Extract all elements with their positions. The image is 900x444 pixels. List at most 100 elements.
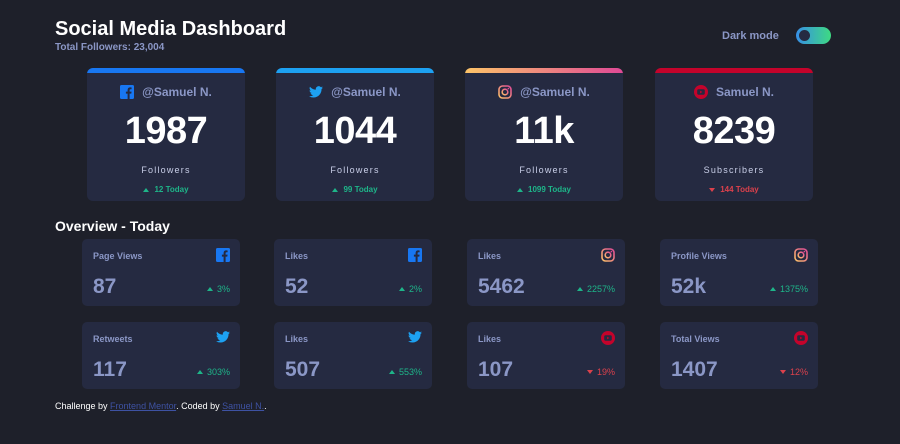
instagram-icon <box>794 248 808 262</box>
youtube-icon <box>693 85 708 99</box>
today-change: 1099 Today <box>465 185 623 194</box>
overview-change-text: 19% <box>596 367 615 377</box>
follower-label: Followers <box>519 165 569 175</box>
facebook-icon <box>408 248 422 262</box>
follower-label: Followers <box>141 165 191 175</box>
overview-change: 19% <box>586 367 615 377</box>
card-handle: Samuel N. <box>655 84 813 100</box>
arrow-down-icon <box>586 370 593 374</box>
arrow-up-icon <box>143 187 150 192</box>
card-handle-text: @Samuel N. <box>331 85 401 99</box>
today-change-text: 144 Today <box>720 185 759 194</box>
follower-label: Subscribers <box>703 165 765 175</box>
youtube-icon <box>601 331 615 345</box>
arrow-up-icon <box>398 287 405 291</box>
twitter-icon <box>216 331 230 345</box>
follower-count: 1044 <box>313 110 397 152</box>
overview-change-text: 2% <box>408 284 422 294</box>
arrow-down-icon <box>709 187 716 192</box>
overview-card[interactable]: Profile Views 52k 1375% <box>660 239 818 306</box>
twitter-icon <box>309 86 324 98</box>
follower-card-instagram[interactable]: @Samuel N. 11k Followers 1099 Today <box>465 68 623 201</box>
arrow-up-icon <box>576 287 583 291</box>
total-followers: Total Followers: 23,004 <box>55 42 165 53</box>
overview-value: 5462 <box>478 275 525 298</box>
overview-change-text: 303% <box>206 367 230 377</box>
card-top-bar <box>655 68 813 73</box>
today-change: 99 Today <box>276 185 434 194</box>
overview-change-text: 553% <box>398 367 422 377</box>
footer-prefix: Challenge by <box>55 401 111 411</box>
overview-label: Total Views <box>671 334 720 344</box>
overview-value: 1407 <box>671 358 718 381</box>
overview-label: Profile Views <box>671 251 727 261</box>
overview-label: Likes <box>478 251 502 261</box>
card-top-bar <box>276 68 434 73</box>
footer-suffix: . <box>264 401 267 411</box>
card-handle: @Samuel N. <box>87 84 245 100</box>
instagram-icon <box>498 85 512 99</box>
overview-value: 117 <box>93 358 127 381</box>
overview-value: 52k <box>671 275 707 298</box>
today-change: 144 Today <box>655 185 813 194</box>
author-link[interactable]: Samuel N. <box>222 401 264 411</box>
overview-label: Likes <box>285 251 309 261</box>
card-top-bar <box>465 68 623 73</box>
arrow-up-icon <box>388 370 395 374</box>
overview-card[interactable]: Likes 5462 2257% <box>467 239 625 306</box>
arrow-up-icon <box>206 287 213 291</box>
facebook-icon <box>216 248 230 262</box>
overview-change: 2257% <box>576 284 615 294</box>
overview-card[interactable]: Likes 107 19% <box>467 322 625 389</box>
follower-card-twitter[interactable]: @Samuel N. 1044 Followers 99 Today <box>276 68 434 201</box>
follower-card-youtube[interactable]: Samuel N. 8239 Subscribers 144 Today <box>655 68 813 201</box>
overview-title: Overview - Today <box>55 218 170 234</box>
dark-mode-toggle[interactable] <box>795 27 831 44</box>
card-handle: @Samuel N. <box>276 84 434 100</box>
overview-card[interactable]: Page Views 87 3% <box>82 239 240 306</box>
overview-change: 1375% <box>769 284 808 294</box>
overview-card[interactable]: Retweets 117 303% <box>82 322 240 389</box>
frontend-mentor-link[interactable]: Frontend Mentor <box>110 401 176 411</box>
today-change-text: 99 Today <box>343 185 378 194</box>
card-handle-text: Samuel N. <box>715 85 775 99</box>
footer-middle: . Coded by <box>176 401 223 411</box>
overview-card[interactable]: Total Views 1407 12% <box>660 322 818 389</box>
overview-value: 52 <box>285 275 309 298</box>
follower-count: 1987 <box>124 110 208 152</box>
card-handle-text: @Samuel N. <box>520 85 590 99</box>
overview-label: Page Views <box>93 251 143 261</box>
overview-change: 553% <box>388 367 422 377</box>
dashboard-header: Social Media Dashboard Total Followers: … <box>55 18 286 53</box>
overview-change: 3% <box>206 284 230 294</box>
arrow-up-icon <box>196 370 203 374</box>
overview-change: 303% <box>196 367 230 377</box>
twitter-icon <box>408 331 422 345</box>
footer: Challenge by Frontend Mentor. Coded by S… <box>55 401 267 411</box>
dark-mode-label: Dark mode <box>722 29 779 42</box>
today-change-text: 1099 Today <box>528 185 571 194</box>
follower-count: 8239 <box>692 110 776 152</box>
overview-label: Retweets <box>93 334 133 344</box>
overview-value: 507 <box>285 358 321 381</box>
arrow-up-icon <box>517 187 523 192</box>
arrow-up-icon <box>769 287 776 291</box>
card-top-bar <box>87 68 245 73</box>
overview-change: 2% <box>398 284 422 294</box>
overview-change-text: 2257% <box>586 284 615 294</box>
overview-change-text: 1375% <box>779 284 808 294</box>
overview-label: Likes <box>478 334 502 344</box>
overview-change-text: 12% <box>789 367 808 377</box>
overview-label: Likes <box>285 334 309 344</box>
overview-card[interactable]: Likes 507 553% <box>274 322 432 389</box>
overview-change: 12% <box>779 367 808 377</box>
follower-card-facebook[interactable]: @Samuel N. 1987 Followers 12 Today <box>87 68 245 201</box>
toggle-knob <box>798 30 810 41</box>
follower-label: Followers <box>330 165 380 175</box>
overview-change-text: 3% <box>216 284 230 294</box>
overview-card[interactable]: Likes 52 2% <box>274 239 432 306</box>
card-handle: @Samuel N. <box>465 84 623 100</box>
instagram-icon <box>601 248 615 262</box>
dark-mode-control: Dark mode <box>722 27 831 44</box>
today-change-text: 12 Today <box>154 185 189 194</box>
